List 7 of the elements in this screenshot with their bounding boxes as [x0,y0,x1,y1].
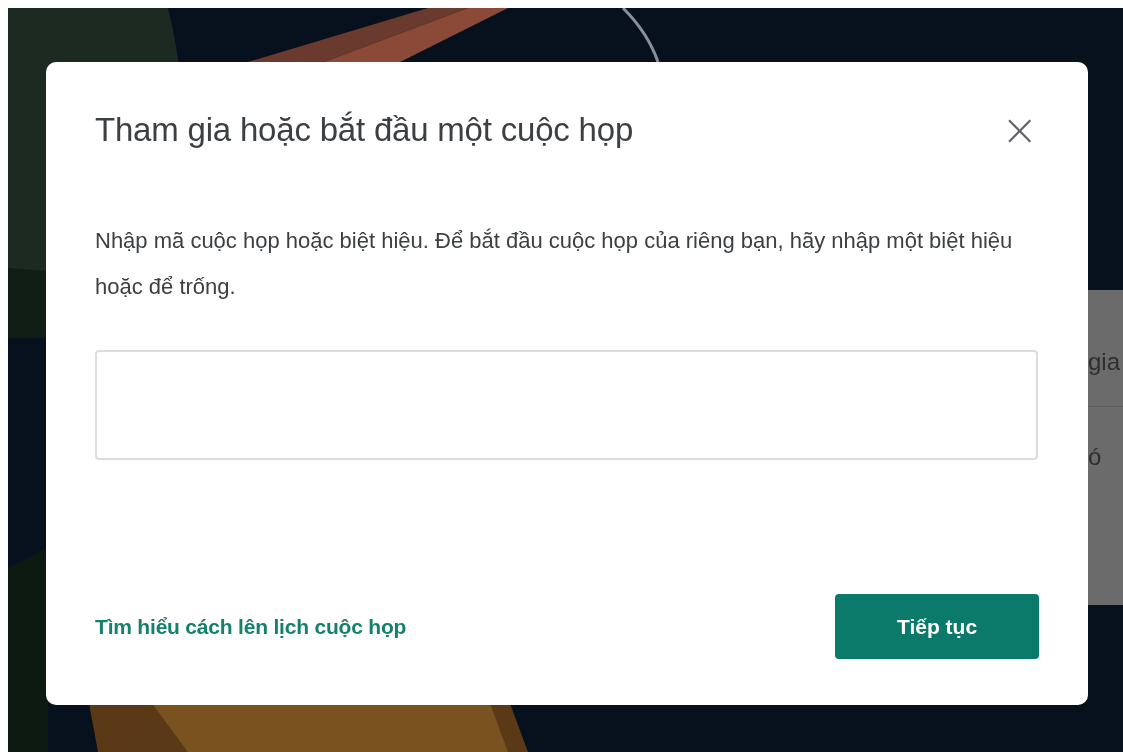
help-link[interactable]: Tìm hiểu cách lên lịch cuộc họp [95,614,407,639]
continue-button[interactable]: Tiếp tục [835,594,1039,659]
dialog-title: Tham gia hoặc bắt đầu một cuộc họp [95,111,634,149]
panel-text: ó [1087,443,1103,471]
panel-text: gia [1087,348,1122,376]
input-field[interactable] [95,350,1038,460]
dialog-description: Nhập mã cuộc họp hoặc biệt hiệu. Để bắt đầu cuộc họp của riêng bạn, hãy nhập một biệt hiệu hoặc để trống. [95,227,1014,301]
